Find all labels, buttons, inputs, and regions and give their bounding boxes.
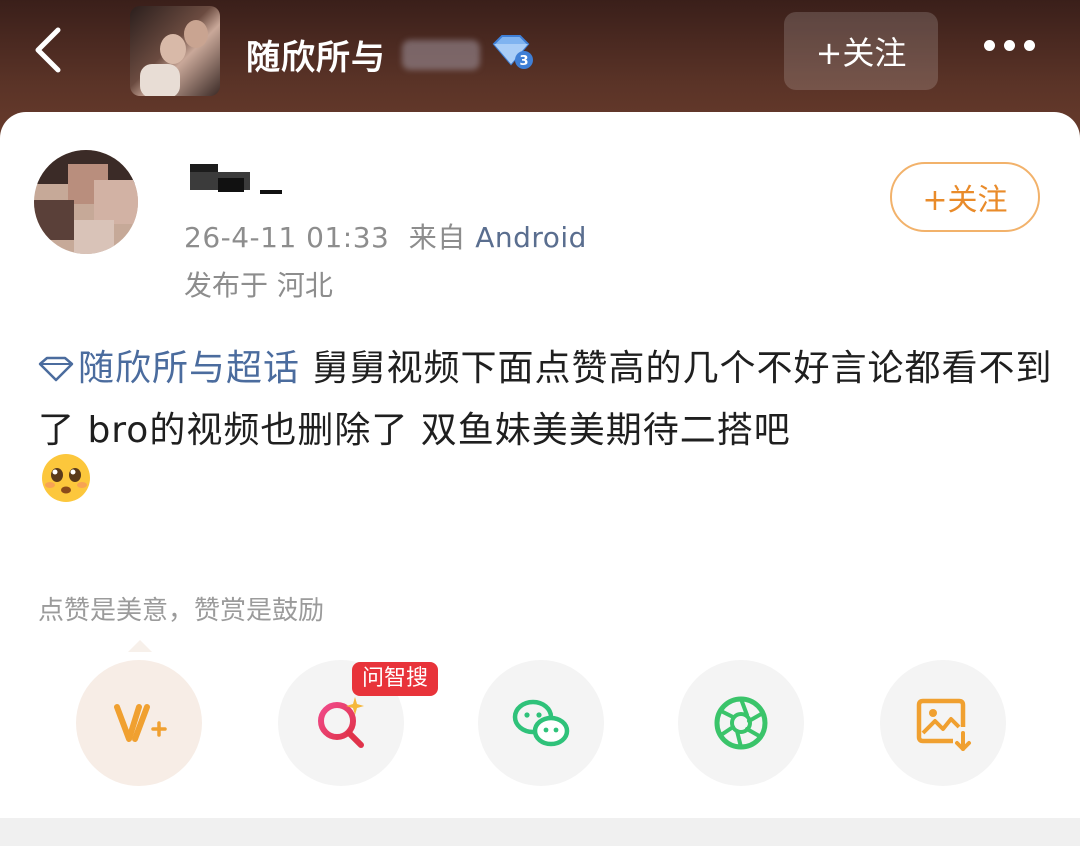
tip-pointer [128,640,152,652]
follow-group-button[interactable]: +关注 [784,12,938,90]
save-image-button[interactable] [880,660,1006,786]
image-download-icon [916,698,971,751]
more-dots-icon[interactable] [984,36,1046,64]
wechat-share-button[interactable] [478,660,604,786]
topic-label[interactable]: 随欣所与超话 [78,348,300,389]
search-sparkle-icon [318,697,364,748]
user-avatar[interactable] [34,150,138,254]
svg-text:3: 3 [519,54,528,69]
post-timestamp: 26-4-11 01:33 [184,221,390,254]
camera-aperture-icon [714,696,768,750]
post-location: 发布于 河北 [184,269,333,302]
post-content: 随欣所与超话 舅舅视频下面点赞高的几个不好言论都看不到了 bro的视频也删除了 … [38,338,1058,462]
group-title[interactable]: 随欣所与 [246,30,386,79]
group-avatar[interactable] [130,6,220,96]
title-redaction [402,40,480,70]
post-card: 26-4-11 01:33 来自 Android 发布于 河北 +关注 随欣所与… [0,112,1080,818]
post-meta: 26-4-11 01:33 来自 Android [184,216,587,256]
wechat-icon [512,699,570,747]
device-label[interactable]: Android [475,221,587,254]
topic-link[interactable]: 随欣所与超话 [38,348,300,389]
moments-share-button[interactable] [678,660,804,786]
v-plus-icon [114,704,167,742]
from-label: 来自 [408,221,466,254]
back-arrow-icon[interactable] [26,24,78,76]
diamond-level-badge-icon: 3 [490,34,534,70]
username-redaction [190,164,286,198]
bottom-bar [0,818,1080,846]
diamond-topic-icon [38,356,74,382]
pleading-face-emoji [40,452,92,504]
ai-search-tag: 问智搜 [352,662,439,696]
like-tip: 点赞是美意，赞赏是鼓励 [38,596,325,626]
follow-user-button[interactable]: +关注 [890,162,1040,232]
vip-boost-button[interactable] [76,660,202,786]
